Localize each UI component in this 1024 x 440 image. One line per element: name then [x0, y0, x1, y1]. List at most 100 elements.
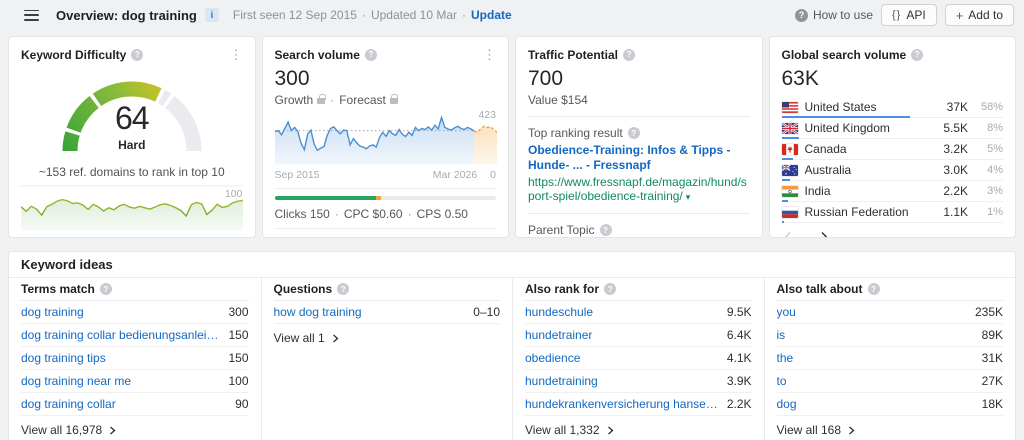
keyword-link[interactable]: dog training tips	[21, 351, 220, 365]
keyword-row: dog training tips 150	[21, 347, 249, 370]
lock-icon	[389, 94, 399, 104]
keyword-row: hundetraining 3.9K	[525, 370, 752, 393]
top-result-url-link[interactable]: https://www.fressnapf.de/magazin/hund/sp…	[528, 175, 750, 204]
help-icon[interactable]: ?	[599, 224, 612, 236]
keyword-link[interactable]: how dog training	[274, 305, 466, 319]
help-icon[interactable]: ?	[364, 48, 377, 61]
mobile-link[interactable]: Mobile	[275, 236, 310, 237]
next-page-button[interactable]	[820, 231, 828, 237]
keyword-link[interactable]: is	[777, 328, 974, 342]
sv-xstart-label: Sep 2015	[274, 169, 320, 181]
prev-page-button[interactable]	[784, 231, 792, 237]
clicks-metric: Clicks 150	[274, 207, 330, 221]
kd-ymin-label: 0	[237, 235, 243, 237]
keyword-link[interactable]: you	[777, 305, 967, 319]
keyword-link[interactable]: hundekrankenversicherung hanse merkur	[525, 397, 719, 411]
desktop-link[interactable]: Desktop	[336, 236, 380, 237]
keyword-ideas-panel: Keyword ideas Terms match? dog training 3…	[8, 251, 1016, 440]
flag-australia-icon	[780, 163, 799, 177]
country-row: Australia 3.0K 4%	[780, 160, 1003, 181]
country-percent: 4%	[987, 164, 1003, 176]
country-pagination	[782, 223, 1004, 237]
add-to-button[interactable]: + Add to	[944, 4, 1014, 26]
keyword-volume: 3.9K	[726, 374, 752, 388]
keyword-row: the 31K	[776, 347, 1003, 370]
kd-xend-label: Mar 2025	[179, 235, 223, 237]
keyword-link[interactable]: dog training collar bedienungsanleitung …	[21, 328, 220, 342]
how-to-use-label: How to use	[812, 8, 873, 22]
top-result-url-text: https://www.fressnapf.de/magazin/hund/sp…	[528, 175, 747, 203]
kd-label: Hard	[118, 138, 146, 152]
help-icon[interactable]: ?	[337, 283, 350, 295]
keyword-link[interactable]: hundetraining	[525, 374, 719, 388]
sv-xend-label: Mar 2026	[432, 169, 478, 181]
country-row: India 2.2K 3%	[780, 181, 1003, 202]
keyword-link[interactable]: dog	[777, 397, 974, 411]
help-icon[interactable]: ?	[911, 48, 924, 61]
global-search-volume-card: Global search volume ? 63K United States…	[768, 36, 1016, 238]
separator-dot: ·	[407, 207, 412, 221]
sv-ymax-label: 423	[478, 109, 496, 121]
separator-dot: ·	[327, 236, 331, 237]
top-result-title-link[interactable]: Obedience-Training: Infos & Tipps - Hund…	[528, 143, 750, 173]
country-percent: 3%	[987, 185, 1003, 197]
keyword-link[interactable]: dog training collar	[21, 397, 227, 411]
keyword-link[interactable]: obedience	[525, 351, 719, 365]
topbar: Overview: dog training i First seen 12 S…	[0, 0, 1024, 30]
kebab-menu-icon[interactable]: ⋮	[483, 48, 496, 61]
keyword-row: dog training collar 90	[21, 393, 249, 416]
metric-cards: Keyword Difficulty ? ⋮ 64 Hard ~153 ref.…	[0, 30, 1024, 238]
how-to-use-link[interactable]: ? How to use	[794, 8, 873, 22]
help-icon[interactable]: ?	[604, 283, 617, 295]
view-all-label: View all 168	[776, 423, 842, 437]
plus-icon: +	[955, 7, 964, 23]
flag-canada-icon	[780, 142, 799, 156]
tp-title: Traffic Potential	[528, 47, 619, 62]
keyword-link[interactable]: hundeschule	[525, 305, 719, 319]
chevron-left-icon	[784, 232, 790, 237]
api-button[interactable]: {} API	[881, 4, 937, 26]
sv-title: Search volume	[274, 47, 360, 62]
keyword-link[interactable]: dog training	[21, 305, 220, 319]
keyword-volume: 150	[228, 351, 249, 365]
keyword-volume: 9.5K	[726, 305, 752, 319]
update-link[interactable]: Update	[471, 8, 512, 22]
country-volume: 1.1K	[943, 205, 968, 219]
url-dropdown-caret-icon[interactable]: ▾	[686, 192, 691, 202]
keyword-link[interactable]: hundetrainer	[525, 328, 719, 342]
keyword-link[interactable]: to	[777, 374, 974, 388]
menu-icon[interactable]	[24, 9, 39, 21]
keyword-volume: 90	[235, 397, 249, 411]
view-all-label: View all 1	[273, 331, 325, 345]
also-rank-for-column: Also rank for? hundeschule 9.5K hundetrai…	[512, 278, 764, 440]
sv-history-chart: 423 Sep 2015 Mar 2026 0	[274, 109, 497, 181]
view-all-link[interactable]: View all 1	[274, 324, 501, 350]
keyword-link[interactable]: the	[777, 351, 974, 365]
help-icon[interactable]: ?	[867, 283, 880, 295]
column-header: Also talk about	[776, 282, 863, 296]
tp-value-line: Value $154	[528, 93, 588, 107]
parent-topic-label: Parent Topic	[528, 223, 595, 237]
help-icon[interactable]: ?	[627, 127, 640, 139]
keyword-difficulty-card: Keyword Difficulty ? ⋮ 64 Hard ~153 ref.…	[8, 36, 256, 238]
keyword-volume: 6.4K	[726, 328, 752, 342]
info-badge-icon[interactable]: i	[204, 8, 219, 22]
sv-value: 300	[274, 67, 310, 90]
help-icon[interactable]: ?	[131, 48, 144, 61]
forecast-link[interactable]: Forecast	[339, 93, 386, 107]
keyword-volume: 150	[228, 328, 249, 342]
keyword-link[interactable]: dog training near me	[21, 374, 220, 388]
separator-dot: ·	[334, 207, 339, 221]
kebab-menu-icon[interactable]: ⋮	[230, 48, 243, 61]
country-percent: 58%	[980, 101, 1003, 113]
view-all-link[interactable]: View all 168	[777, 416, 1004, 440]
help-icon[interactable]: ?	[99, 283, 112, 295]
view-all-link[interactable]: View all 1,332	[525, 416, 752, 440]
country-name: Canada	[804, 142, 847, 156]
country-name: India	[804, 184, 831, 198]
view-all-link[interactable]: View all 16,978	[21, 416, 249, 440]
help-icon[interactable]: ?	[623, 48, 636, 61]
keyword-row: is 89K	[776, 324, 1003, 347]
growth-link[interactable]: Growth	[275, 93, 314, 107]
flag-united-states-icon	[780, 100, 799, 114]
